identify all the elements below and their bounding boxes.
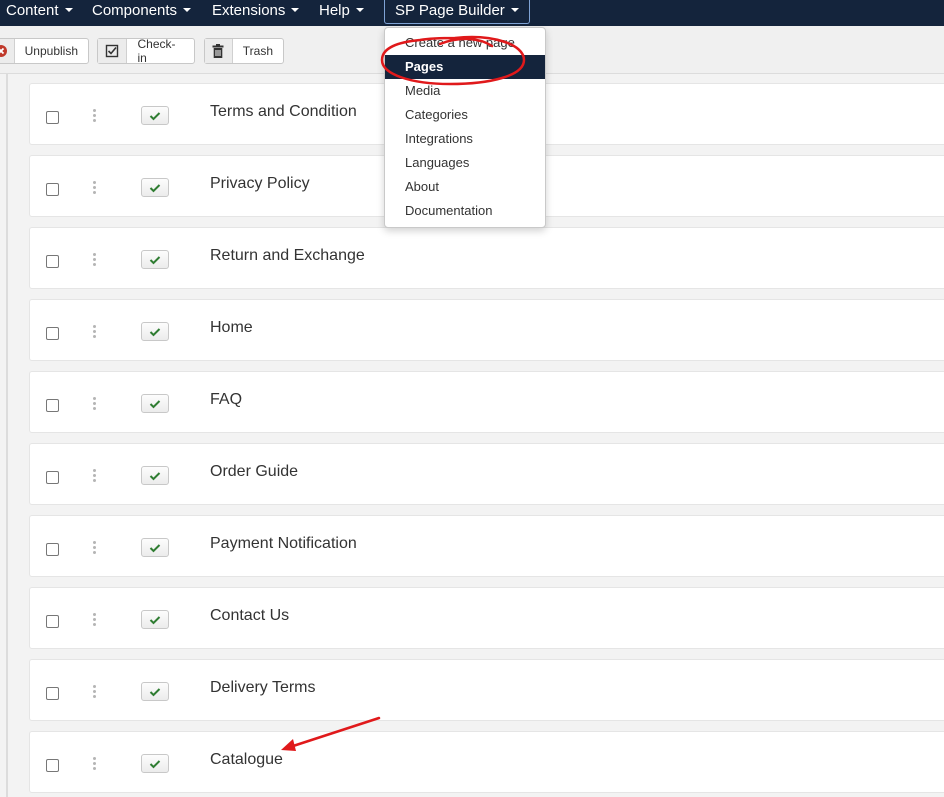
unpublish-button[interactable]: Unpublish xyxy=(0,38,89,64)
drag-handle-icon[interactable] xyxy=(93,541,97,555)
page-title-link[interactable]: Delivery Terms xyxy=(210,679,316,697)
nav-components[interactable]: Components xyxy=(92,0,192,24)
chevron-down-icon xyxy=(355,8,364,12)
check-icon xyxy=(149,399,161,408)
check-icon xyxy=(149,615,161,624)
page-title-link[interactable]: Return and Exchange xyxy=(210,247,365,265)
page-title-link[interactable]: Contact Us xyxy=(210,607,289,625)
check-icon xyxy=(149,255,161,264)
page-title-link[interactable]: FAQ xyxy=(210,391,242,409)
chevron-down-icon xyxy=(64,8,73,12)
table-row: Catalogue xyxy=(29,731,944,793)
page-title-link[interactable]: Catalogue xyxy=(210,751,283,769)
chevron-down-icon xyxy=(510,8,519,12)
published-toggle[interactable] xyxy=(141,250,169,269)
menu-item-categories[interactable]: Categories xyxy=(385,103,545,127)
row-checkbox[interactable] xyxy=(46,543,59,556)
sp-page-builder-dropdown: Create a new page Pages Media Categories… xyxy=(384,27,546,228)
check-icon xyxy=(149,183,161,192)
trash-button[interactable]: Trash xyxy=(204,38,284,64)
published-toggle[interactable] xyxy=(141,754,169,773)
page-title-link[interactable]: Payment Notification xyxy=(210,535,357,553)
drag-handle-icon[interactable] xyxy=(93,757,97,771)
row-checkbox[interactable] xyxy=(46,615,59,628)
table-row: Return and Exchange xyxy=(29,227,944,289)
nav-help-label: Help xyxy=(319,2,350,19)
page-title-link[interactable]: Home xyxy=(210,319,253,337)
nav-components-label: Components xyxy=(92,2,178,19)
menu-item-media[interactable]: Media xyxy=(385,79,545,103)
drag-handle-icon[interactable] xyxy=(93,181,97,195)
drag-handle-icon[interactable] xyxy=(93,253,97,267)
table-row: Home xyxy=(29,299,944,361)
drag-handle-icon[interactable] xyxy=(93,109,97,123)
published-toggle[interactable] xyxy=(141,322,169,341)
trash-icon xyxy=(205,39,233,63)
published-toggle[interactable] xyxy=(141,394,169,413)
row-checkbox[interactable] xyxy=(46,687,59,700)
menu-item-create-page[interactable]: Create a new page xyxy=(385,31,545,55)
unpublish-label: Unpublish xyxy=(24,44,78,58)
menu-item-pages[interactable]: Pages xyxy=(385,55,545,79)
table-row: Payment Notification xyxy=(29,515,944,577)
nav-content-label: Content xyxy=(6,2,59,19)
drag-handle-icon[interactable] xyxy=(93,685,97,699)
published-toggle[interactable] xyxy=(141,682,169,701)
published-toggle[interactable] xyxy=(141,538,169,557)
row-checkbox[interactable] xyxy=(46,111,59,124)
table-row: Contact Us xyxy=(29,587,944,649)
published-toggle[interactable] xyxy=(141,610,169,629)
unpublish-icon xyxy=(0,39,15,63)
check-icon xyxy=(149,327,161,336)
checkin-label: Check-in xyxy=(137,37,176,65)
page-title-link[interactable]: Order Guide xyxy=(210,463,298,481)
row-checkbox[interactable] xyxy=(46,255,59,268)
nav-extensions[interactable]: Extensions xyxy=(212,0,300,24)
chevron-down-icon xyxy=(291,8,300,12)
drag-handle-icon[interactable] xyxy=(93,397,97,411)
drag-handle-icon[interactable] xyxy=(93,469,97,483)
table-row: FAQ xyxy=(29,371,944,433)
menu-item-about[interactable]: About xyxy=(385,175,545,199)
page-title-link[interactable]: Privacy Policy xyxy=(210,175,310,193)
check-icon xyxy=(149,543,161,552)
check-icon xyxy=(149,687,161,696)
row-checkbox[interactable] xyxy=(46,471,59,484)
row-checkbox[interactable] xyxy=(46,759,59,772)
menu-item-languages[interactable]: Languages xyxy=(385,151,545,175)
checkbox-icon xyxy=(98,39,128,63)
drag-handle-icon[interactable] xyxy=(93,613,97,627)
sidebar-divider xyxy=(6,74,8,797)
page-title-link[interactable]: Terms and Condition xyxy=(210,103,357,121)
checkin-button[interactable]: Check-in xyxy=(97,37,195,65)
check-icon xyxy=(149,759,161,768)
table-row: Delivery Terms xyxy=(29,659,944,721)
nav-sp-page-builder[interactable]: SP Page Builder xyxy=(384,0,530,24)
trash-label: Trash xyxy=(242,44,273,58)
published-toggle[interactable] xyxy=(141,466,169,485)
row-checkbox[interactable] xyxy=(46,183,59,196)
nav-help[interactable]: Help xyxy=(319,0,364,24)
table-row: Order Guide xyxy=(29,443,944,505)
row-checkbox[interactable] xyxy=(46,399,59,412)
nav-content[interactable]: Content xyxy=(6,0,73,24)
check-icon xyxy=(149,471,161,480)
nav-sp-page-builder-label: SP Page Builder xyxy=(395,2,505,19)
top-navbar: Content Components Extensions Help SP Pa… xyxy=(0,0,944,26)
nav-extensions-label: Extensions xyxy=(212,2,286,19)
row-checkbox[interactable] xyxy=(46,327,59,340)
chevron-down-icon xyxy=(183,8,192,12)
drag-handle-icon[interactable] xyxy=(93,325,97,339)
menu-item-integrations[interactable]: Integrations xyxy=(385,127,545,151)
check-icon xyxy=(149,111,161,120)
published-toggle[interactable] xyxy=(141,106,169,125)
menu-item-documentation[interactable]: Documentation xyxy=(385,199,545,223)
published-toggle[interactable] xyxy=(141,178,169,197)
